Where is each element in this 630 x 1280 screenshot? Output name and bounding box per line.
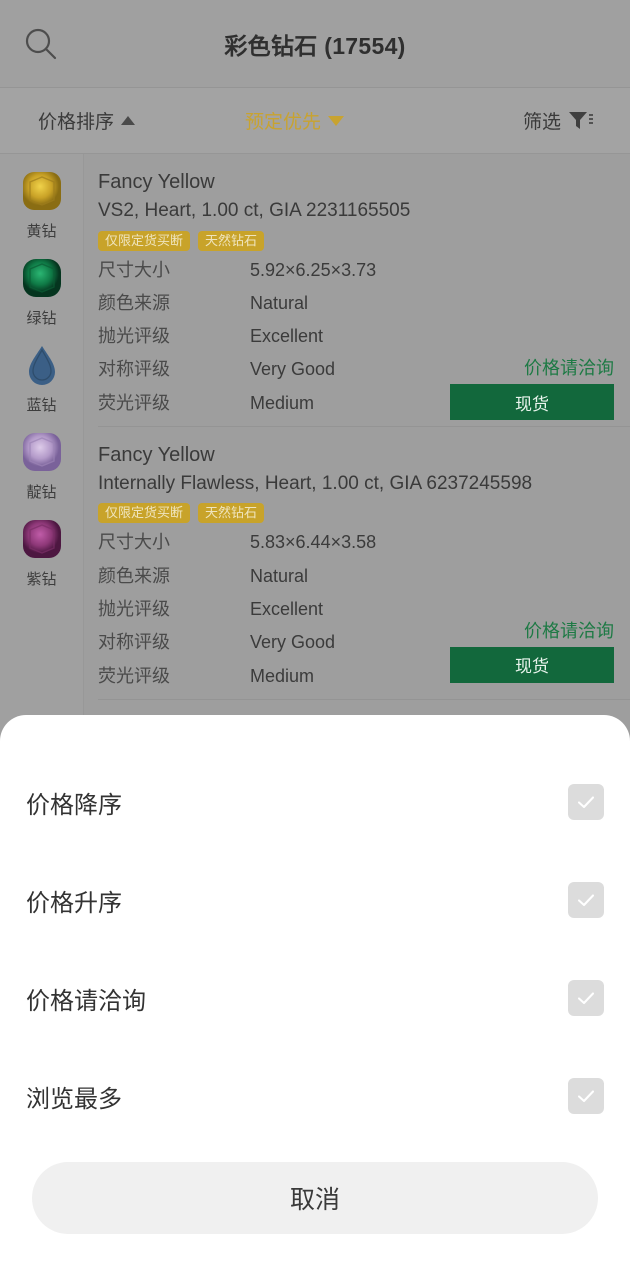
cancel-button-wrapper: 取消	[26, 1148, 604, 1280]
sort-option-price-asc[interactable]: 价格升序	[26, 851, 604, 949]
check-icon[interactable]	[568, 980, 604, 1016]
sort-option-most-viewed[interactable]: 浏览最多	[26, 1047, 604, 1145]
page-root: 彩色钻石 (17554) 价格排序 预定优先 筛选 黄钻 绿钻 蓝钻 靛钻 紫钻…	[0, 0, 630, 1280]
cancel-button[interactable]: 取消	[32, 1162, 598, 1234]
check-icon[interactable]	[568, 784, 604, 820]
sort-option-label: 价格降序	[26, 791, 122, 819]
sort-option-label: 价格升序	[26, 889, 122, 917]
sort-option-label: 价格请洽询	[26, 987, 146, 1015]
check-icon[interactable]	[568, 882, 604, 918]
sort-options-sheet: 价格降序 价格升序 价格请洽询 浏览最多 取消	[0, 715, 630, 1280]
sort-option-price-desc[interactable]: 价格降序	[26, 753, 604, 851]
sort-option-label: 浏览最多	[26, 1085, 122, 1113]
sort-option-price-inquiry[interactable]: 价格请洽询	[26, 949, 604, 1047]
check-icon[interactable]	[568, 1078, 604, 1114]
